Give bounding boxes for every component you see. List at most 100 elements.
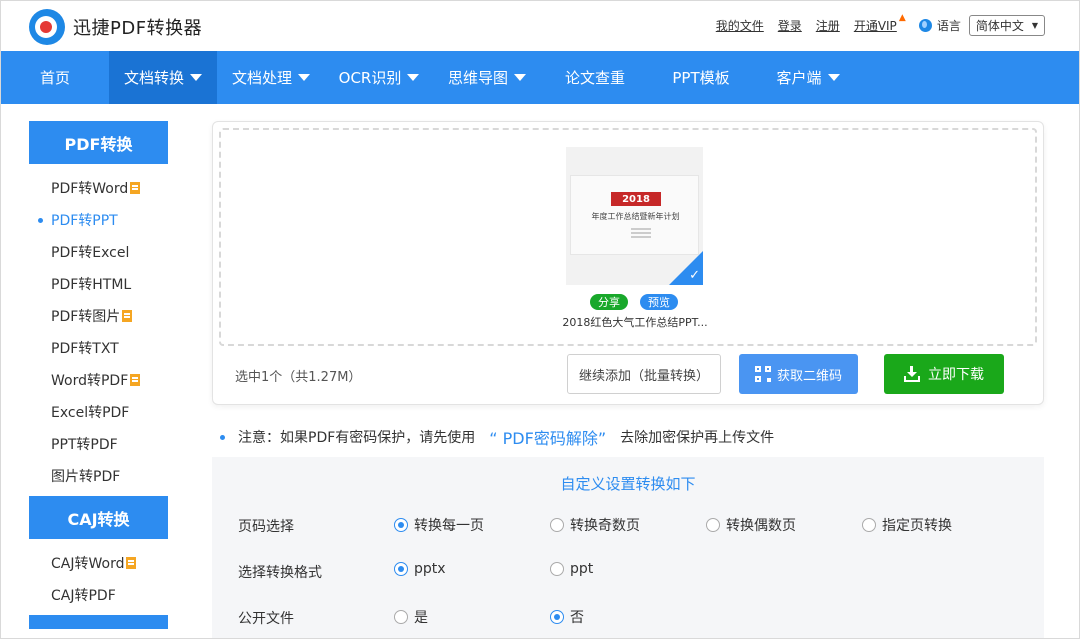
nav-mindmap[interactable]: 思维导图: [433, 51, 541, 104]
file-dropzone[interactable]: 2018 年度工作总结暨新年计划 ✓ 分享 预览 2018红色大气工作总结PPT…: [219, 128, 1037, 346]
button-label: 立即下载: [928, 367, 984, 383]
download-icon: [904, 366, 920, 382]
page-selection-row: 页码选择 转换每一页 转换奇数页 转换偶数页 指定页转换: [212, 513, 1044, 537]
public-file-row: 公开文件 是 否: [212, 605, 1044, 629]
radio-even-pages[interactable]: 转换偶数页: [706, 515, 796, 535]
radio-public-yes[interactable]: 是: [394, 607, 428, 627]
sidebar-item-image-to-pdf[interactable]: 图片转PDF: [29, 460, 168, 492]
dropdown-arrow-icon: [190, 74, 202, 81]
language-value: 简体中文: [975, 19, 1024, 33]
radio-specific-pages[interactable]: 指定页转换: [862, 515, 952, 535]
format-row: 选择转换格式 pptx ppt: [212, 559, 1044, 583]
password-notice: 注意：如果PDF有密码保护，请先使用 “ PDF密码解除” 去除加密保护再上传文…: [220, 425, 774, 449]
register-link[interactable]: 注册: [816, 17, 840, 34]
nav-label: 思维导图: [447, 69, 508, 87]
vip-link[interactable]: 开通VIP ▲: [853, 13, 906, 34]
selection-info: 选中1个（共1.27M）: [235, 370, 362, 385]
top-links: 我的文件 登录 注册 开通VIP ▲ 语言 简体中文 ▼: [702, 13, 1045, 36]
nav-doc-convert[interactable]: 文档转换: [109, 51, 217, 104]
radio-ppt[interactable]: ppt: [550, 561, 593, 577]
radio-label: 否: [570, 610, 584, 626]
add-more-button[interactable]: 继续添加（批量转换）: [567, 354, 721, 394]
my-files-link[interactable]: 我的文件: [716, 17, 764, 34]
radio-label: pptx: [414, 561, 446, 577]
sidebar: PDF转换 PDF转Word PDF转PPT PDF转Excel PDF转HTM…: [29, 121, 168, 629]
nav-ocr[interactable]: OCR识别: [325, 51, 433, 104]
file-actions: 分享 预览: [590, 294, 690, 310]
sidebar-item-excel-to-pdf[interactable]: Excel转PDF: [29, 396, 168, 428]
sidebar-item-pdf-to-ppt[interactable]: PDF转PPT: [29, 204, 168, 236]
sidebar-item-label: CAJ转PDF: [51, 588, 116, 604]
public-file-label: 公开文件: [238, 611, 294, 627]
logo[interactable]: 迅捷PDF转换器: [29, 9, 202, 45]
pdf-unlock-link[interactable]: “ PDF密码解除”: [489, 425, 606, 449]
logo-icon: [29, 9, 65, 45]
get-qrcode-button[interactable]: 获取二维码: [739, 354, 858, 394]
radio-odd-pages[interactable]: 转换奇数页: [550, 515, 640, 535]
sidebar-group-pdf-title: PDF转换: [29, 121, 168, 164]
radio-unchecked-icon: [862, 518, 876, 532]
nav-ppt-template[interactable]: PPT模板: [649, 51, 753, 104]
sidebar-item-caj-to-word[interactable]: CAJ转Word: [29, 547, 168, 579]
nav-label: 首页: [39, 69, 70, 87]
vip-label: 开通VIP: [853, 19, 897, 33]
nav-client[interactable]: 客户端: [753, 51, 863, 104]
nav-doc-process[interactable]: 文档处理: [217, 51, 325, 104]
sidebar-group-next-title: [29, 615, 168, 629]
language-select[interactable]: 简体中文 ▼: [968, 15, 1045, 36]
sidebar-item-word-to-pdf[interactable]: Word转PDF: [29, 364, 168, 396]
notice-prefix: 注意：如果PDF有密码保护，请先使用: [238, 430, 476, 446]
sidebar-item-label: PDF转Word: [51, 181, 129, 197]
slide-text-lines: [631, 228, 651, 230]
sidebar-item-label: Word转PDF: [51, 373, 129, 389]
dropdown-arrow-icon: [298, 74, 310, 81]
check-icon: ✓: [689, 268, 700, 283]
nav-label: 论文查重: [564, 69, 625, 87]
sidebar-item-pdf-to-excel[interactable]: PDF转Excel: [29, 236, 168, 268]
nav-home[interactable]: 首页: [1, 51, 109, 104]
radio-label: 转换偶数页: [726, 518, 796, 534]
conversion-settings: 自定义设置转换如下 页码选择 转换每一页 转换奇数页 转换偶数页 指定页转换 选…: [212, 457, 1044, 638]
nav-paper-check[interactable]: 论文查重: [541, 51, 649, 104]
header: 迅捷PDF转换器 我的文件 登录 注册 开通VIP ▲ 语言 简体中文 ▼: [1, 1, 1079, 51]
radio-checked-icon: [550, 610, 564, 624]
globe-icon: [918, 19, 932, 32]
file-thumbnail[interactable]: 2018 年度工作总结暨新年计划 ✓: [566, 147, 703, 285]
caret-down-icon: ▼: [1031, 21, 1038, 30]
download-button[interactable]: 立即下载: [884, 354, 1004, 394]
radio-pptx[interactable]: pptx: [394, 561, 446, 577]
radio-label: 指定页转换: [882, 518, 952, 534]
sidebar-item-label: PDF转TXT: [51, 341, 119, 357]
flame-icon: ▲: [898, 13, 906, 23]
upload-panel: 2018 年度工作总结暨新年计划 ✓ 分享 预览 2018红色大气工作总结PPT…: [212, 121, 1044, 405]
slide-year-tag: 2018: [611, 192, 661, 206]
sidebar-item-pdf-to-txt[interactable]: PDF转TXT: [29, 332, 168, 364]
radio-label: 是: [414, 610, 428, 626]
radio-checked-icon: [394, 562, 408, 576]
radio-every-page[interactable]: 转换每一页: [394, 515, 484, 535]
radio-public-no[interactable]: 否: [550, 607, 584, 627]
hot-badge-icon: [130, 374, 141, 386]
sidebar-item-pdf-to-image[interactable]: PDF转图片: [29, 300, 168, 332]
login-link[interactable]: 登录: [778, 17, 802, 34]
sidebar-item-caj-to-pdf[interactable]: CAJ转PDF: [29, 579, 168, 611]
sidebar-item-ppt-to-pdf[interactable]: PPT转PDF: [29, 428, 168, 460]
hot-badge-icon: [122, 310, 133, 322]
qrcode-icon: [754, 366, 771, 382]
radio-unchecked-icon: [550, 518, 564, 532]
language-switcher: 语言 简体中文 ▼: [918, 15, 1045, 36]
sidebar-group-caj-list: CAJ转Word CAJ转PDF: [29, 539, 168, 615]
logo-text: 迅捷PDF转换器: [73, 18, 203, 39]
nav-label: PPT模板: [672, 69, 730, 87]
hot-badge-icon: [126, 557, 137, 569]
share-button[interactable]: 分享: [590, 294, 628, 310]
nav-label: 客户端: [776, 69, 822, 87]
sidebar-item-label: CAJ转Word: [51, 556, 125, 572]
sidebar-item-pdf-to-html[interactable]: PDF转HTML: [29, 268, 168, 300]
sidebar-item-pdf-to-word[interactable]: PDF转Word: [29, 172, 168, 204]
page-selection-label: 页码选择: [238, 519, 294, 535]
sidebar-item-label: PDF转图片: [51, 309, 121, 325]
radio-checked-icon: [394, 518, 408, 532]
radio-unchecked-icon: [550, 562, 564, 576]
preview-button[interactable]: 预览: [640, 294, 678, 310]
